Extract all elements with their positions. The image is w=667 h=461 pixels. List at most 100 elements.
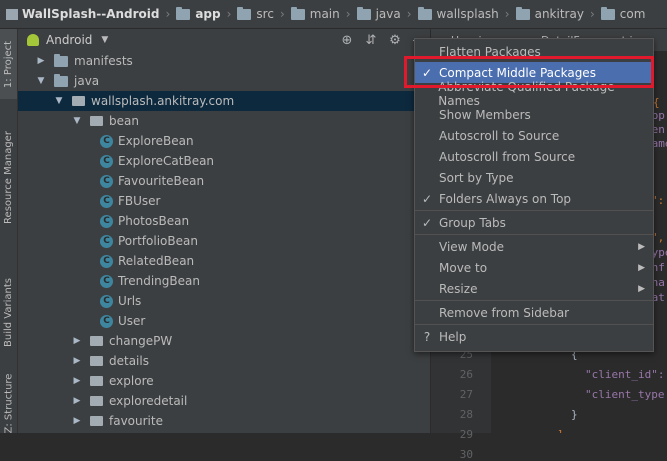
expand-arrow-icon[interactable]: ▼: [36, 76, 46, 86]
folder-icon: [417, 6, 432, 20]
tab-project[interactable]: 1: Project: [0, 29, 17, 99]
tree-item[interactable]: C ExploreBean: [18, 131, 430, 151]
menu-separator: [415, 210, 653, 211]
menu-item-label: Resize: [439, 281, 478, 296]
submenu-arrow-icon: ▶: [638, 241, 645, 252]
view-selector[interactable]: Android: [46, 33, 92, 47]
class-icon: C: [100, 294, 113, 308]
tree-item-label: FavouriteBean: [118, 174, 205, 188]
collapse-arrow-icon[interactable]: ▶: [72, 416, 82, 426]
tree-item[interactable]: C PhotosBean: [18, 211, 430, 231]
collapse-arrow-icon[interactable]: ▶: [72, 396, 82, 406]
breadcrumb-main[interactable]: main ›: [285, 6, 351, 21]
collapse-arrow-icon[interactable]: ▶: [72, 376, 82, 386]
expand-arrow-icon[interactable]: ▼: [54, 96, 64, 106]
menu-item-help[interactable]: ? Help: [415, 326, 653, 347]
folder-icon: [515, 6, 530, 20]
tree-item[interactable]: C PortfolioBean: [18, 231, 430, 251]
menu-item-label: Sort by Type: [439, 170, 514, 185]
collapse-arrow-icon[interactable]: ▶: [72, 356, 82, 366]
tree-item[interactable]: C FBUser: [18, 191, 430, 211]
checkmark-icon: ✓: [421, 215, 433, 230]
tree-item[interactable]: ▼ wallsplash.ankitray.com: [18, 91, 430, 111]
breadcrumb-java[interactable]: java ›: [351, 6, 412, 21]
submenu-arrow-icon: ▶: [638, 283, 645, 294]
expand-arrow-icon[interactable]: ▼: [72, 116, 82, 126]
collapse-icon[interactable]: ⇵: [364, 33, 378, 48]
gear-icon[interactable]: ⚙: [388, 33, 402, 48]
menu-separator: [415, 324, 653, 325]
breadcrumb-app[interactable]: app ›: [170, 6, 231, 21]
tree-item-label: manifests: [74, 54, 133, 68]
menu-item-resize[interactable]: Resize ▶: [415, 278, 653, 299]
project-icon: [6, 8, 18, 20]
tree-item[interactable]: ▶ details: [18, 351, 430, 371]
tree-item[interactable]: C TrendingBean: [18, 271, 430, 291]
tree-item-label: wallsplash.ankitray.com: [91, 94, 235, 108]
tab-resource-manager[interactable]: Resource Manager: [0, 107, 17, 247]
annotation-highlight-box: [404, 56, 654, 88]
breadcrumb-project[interactable]: WallSplash--Android ›: [0, 7, 170, 21]
menu-item-group-tabs[interactable]: ✓ Group Tabs: [415, 212, 653, 233]
project-tree: ▶ manifests ▼ java ▼ wallsplash.ankitray.com ▼…: [18, 51, 430, 433]
tree-item-label: bean: [109, 114, 139, 128]
menu-item-label: Help: [439, 329, 467, 344]
folder-icon: [237, 6, 252, 20]
menu-item-remove-from-sidebar[interactable]: Remove from Sidebar: [415, 302, 653, 323]
chevron-down-icon[interactable]: ▼: [101, 35, 108, 45]
tab-structure[interactable]: Z: Structure: [0, 374, 17, 434]
tree-item[interactable]: ▶ manifests: [18, 51, 430, 71]
tree-item[interactable]: ▼ java: [18, 71, 430, 91]
menu-item-label: Show Members: [439, 107, 531, 122]
menu-item-label: View Mode: [439, 239, 504, 254]
menu-item-sort-by-type[interactable]: Sort by Type: [415, 167, 653, 188]
tree-item[interactable]: ▶ changePW: [18, 331, 430, 351]
crosshair-icon[interactable]: ⊕: [340, 33, 354, 48]
android-icon: [27, 34, 39, 46]
tree-item[interactable]: ▶ exploredetail: [18, 391, 430, 411]
menu-item-autoscroll-to-source[interactable]: Autoscroll to Source: [415, 125, 653, 146]
menu-item-autoscroll-from-source[interactable]: Autoscroll from Source: [415, 146, 653, 167]
code-line: "client_id":: [585, 368, 665, 381]
tool-window-strip: 1: Project Resource Manager Build Varian…: [0, 29, 18, 433]
menu-item-view-mode[interactable]: View Mode ▶: [415, 236, 653, 257]
tree-item[interactable]: C ExploreCatBean: [18, 151, 430, 171]
package-icon: [90, 116, 103, 126]
folder-icon: [356, 6, 371, 20]
tree-item-label: ExploreBean: [118, 134, 194, 148]
line-number: 26: [459, 368, 473, 381]
tree-item[interactable]: C RelatedBean: [18, 251, 430, 271]
code-line: ],: [557, 428, 570, 433]
help-icon: ?: [423, 329, 431, 344]
tree-item[interactable]: ▶ explore: [18, 371, 430, 391]
package-icon: [90, 336, 103, 346]
class-icon: C: [100, 234, 113, 248]
tree-item-label: User: [118, 314, 146, 328]
breadcrumb-wallsplash[interactable]: wallsplash ›: [412, 6, 510, 21]
package-icon: [90, 416, 103, 426]
menu-item-folders-always-on-top[interactable]: ✓ Folders Always on Top: [415, 188, 653, 209]
menu-item-move-to[interactable]: Move to ▶: [415, 257, 653, 278]
breadcrumb-com[interactable]: com: [595, 6, 645, 21]
line-number: 28: [459, 408, 473, 421]
tree-item[interactable]: ▶ favourite: [18, 411, 430, 431]
breadcrumb-ankitray[interactable]: ankitray ›: [510, 6, 595, 21]
breadcrumb-src[interactable]: src ›: [231, 6, 285, 21]
collapse-arrow-icon[interactable]: ▶: [72, 336, 82, 346]
folder-icon: [54, 53, 68, 67]
tree-item-label: exploredetail: [109, 394, 188, 408]
menu-item-show-members[interactable]: Show Members: [415, 104, 653, 125]
line-number: 29: [459, 428, 473, 441]
collapse-arrow-icon[interactable]: ▶: [36, 56, 46, 66]
class-icon: C: [100, 174, 113, 188]
menu-separator: [415, 234, 653, 235]
tab-build-variants[interactable]: Build Variants: [0, 257, 17, 367]
tree-item[interactable]: C User: [18, 311, 430, 331]
tree-item[interactable]: C Urls: [18, 291, 430, 311]
breadcrumb: WallSplash--Android › app › src › main › jav…: [0, 0, 667, 29]
tree-item[interactable]: ▼ bean: [18, 111, 430, 131]
tree-item[interactable]: C FavouriteBean: [18, 171, 430, 191]
tree-item-label: RelatedBean: [118, 254, 195, 268]
folder-icon: [176, 6, 191, 20]
menu-item-label: Move to: [439, 260, 488, 275]
